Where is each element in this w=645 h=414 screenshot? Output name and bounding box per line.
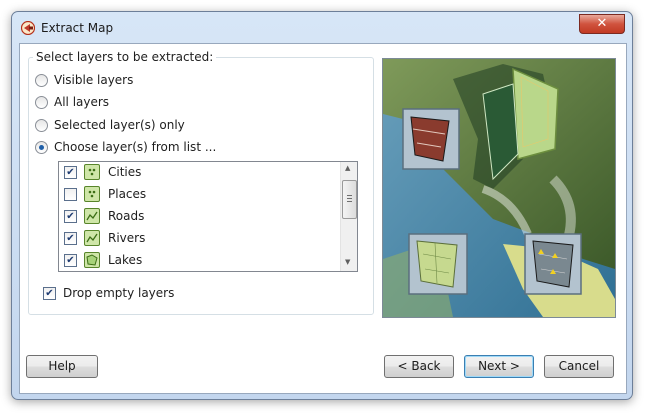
line-layer-icon xyxy=(84,208,100,224)
radio-all-layers[interactable]: All layers xyxy=(35,94,109,110)
app-icon xyxy=(21,21,35,35)
vertical-scrollbar[interactable]: ▲ ▼ xyxy=(340,162,357,271)
grip-line xyxy=(347,198,352,199)
list-item-cities[interactable]: ✔ Cities xyxy=(64,162,141,182)
group-label: Select layers to be extracted: xyxy=(33,50,217,64)
line-layer-icon xyxy=(84,230,100,246)
extract-map-illustration xyxy=(382,58,616,318)
map-extract-image xyxy=(383,59,615,317)
layer-checkbox[interactable]: ✔ xyxy=(64,231,77,245)
list-item-places[interactable]: Places xyxy=(64,184,146,204)
layer-label: Rivers xyxy=(108,231,146,245)
radio-choose-from-list[interactable]: Choose layer(s) from list ... xyxy=(35,139,216,155)
scroll-up-icon[interactable]: ▲ xyxy=(345,164,350,172)
dialog-body: Select layers to be extracted: Visible l… xyxy=(19,43,627,394)
radio-label: Selected layer(s) only xyxy=(54,118,185,132)
help-button[interactable]: Help xyxy=(26,355,98,378)
radio-button-selected[interactable] xyxy=(35,140,48,154)
polygon-layer-icon xyxy=(84,252,100,268)
radio-label: All layers xyxy=(54,95,110,109)
layer-checkbox[interactable] xyxy=(64,187,77,201)
grip-line xyxy=(347,195,352,196)
list-item-rivers[interactable]: ✔ Rivers xyxy=(64,228,145,248)
layer-label: Lakes xyxy=(108,253,143,267)
layer-checkbox[interactable]: ✔ xyxy=(64,165,77,179)
grip-line xyxy=(347,201,352,202)
radio-button[interactable] xyxy=(35,73,48,87)
cancel-button[interactable]: Cancel xyxy=(544,355,614,378)
scroll-thumb[interactable] xyxy=(342,180,357,219)
next-button[interactable]: Next > xyxy=(464,355,534,378)
radio-label: Choose layer(s) from list ... xyxy=(54,140,217,154)
close-button[interactable]: ✕ xyxy=(579,14,625,34)
list-item-roads[interactable]: ✔ Roads xyxy=(64,206,144,226)
radio-button[interactable] xyxy=(35,118,48,132)
point-layer-icon xyxy=(84,164,100,180)
layer-label: Roads xyxy=(108,209,145,223)
layer-label: Places xyxy=(108,187,147,201)
layer-list[interactable]: ✔ Cities Places ✔ Roads ✔ Rivers ✔ Lakes… xyxy=(58,161,358,272)
radio-label: Visible layers xyxy=(54,73,134,87)
drop-empty-layers-option[interactable]: ✔ Drop empty layers xyxy=(43,285,174,301)
scroll-down-icon[interactable]: ▼ xyxy=(345,258,350,266)
extract-map-dialog: Extract Map ✕ Select layers to be extrac… xyxy=(11,11,633,400)
radio-selected-layers-only[interactable]: Selected layer(s) only xyxy=(35,117,185,133)
layer-selection-group: Select layers to be extracted: Visible l… xyxy=(28,50,374,315)
layer-checkbox[interactable]: ✔ xyxy=(64,253,77,267)
radio-button[interactable] xyxy=(35,95,48,109)
radio-visible-layers[interactable]: Visible layers xyxy=(35,72,133,88)
drop-empty-checkbox[interactable]: ✔ xyxy=(43,286,56,300)
layer-label: Cities xyxy=(108,165,142,179)
back-button[interactable]: < Back xyxy=(384,355,454,378)
title-bar[interactable]: Extract Map ✕ xyxy=(12,12,632,42)
point-layer-icon xyxy=(84,186,100,202)
close-icon: ✕ xyxy=(596,16,608,31)
drop-empty-label: Drop empty layers xyxy=(63,286,175,300)
window-title: Extract Map xyxy=(41,21,114,35)
list-item-lakes[interactable]: ✔ Lakes xyxy=(64,250,142,270)
layer-checkbox[interactable]: ✔ xyxy=(64,209,77,223)
